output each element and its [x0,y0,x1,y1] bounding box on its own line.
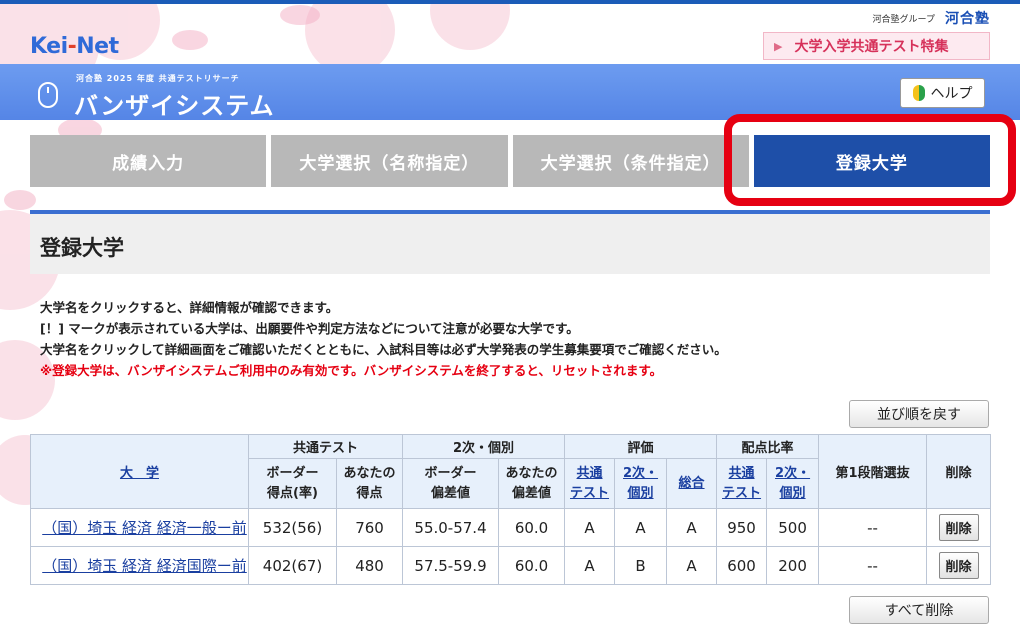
tab-score-input[interactable]: 成績入力 [30,135,267,187]
ratio-common-cell: 600 [716,546,768,585]
beginner-mark-icon [912,85,925,101]
header-ct-yours: あなたの 得点 [335,458,404,509]
kawaijuku-logo[interactable]: 河合塾 [945,8,990,28]
header-stage1-selection: 第1段階選抜 [818,434,928,509]
delete-button[interactable]: 削除 [938,514,979,541]
note-line: 大学名をクリックすると、詳細情報が確認できます。 [40,300,339,315]
ratio-common-cell: 950 [716,508,768,547]
table-row: （国）埼玉 経済 経済国際ー前 402(67) 480 57.5-59.9 60… [30,546,992,585]
delete-cell: 削除 [926,508,992,547]
university-link[interactable]: （国）埼玉 経済 経済一般ー前 [30,508,249,547]
eval-second-cell: B [614,546,668,585]
header-delete: 削除 [926,434,992,509]
eval-total-cell: A [666,508,718,547]
sd-border-cell: 57.5-59.9 [402,546,500,585]
page-title: 登録大学 [40,236,124,260]
stage1-cell: -- [818,546,928,585]
note-line: [！] マークが表示されている大学は、出願要件や判定方法などについて注意が必要な… [40,321,579,336]
group-label: 河合塾グループ [872,14,935,25]
sd-yours-cell: 60.0 [498,508,566,547]
ct-border-cell: 532(56) [248,508,337,547]
note-line: 大学名をクリックして詳細画面をご確認いただくとともに、入試科目等は必ず大学発表の… [40,342,727,357]
ratio-second-cell: 200 [766,546,820,585]
header-eval-second-sort[interactable]: 2次・ 個別 [614,458,668,509]
eval-total-cell: A [666,546,718,585]
header-eval-common-sort[interactable]: 共通 テスト [564,458,616,509]
banner-title: バンザイシステム [74,92,275,120]
ct-yours-cell: 480 [335,546,404,585]
tab-registered-universities[interactable]: 登録大学 [753,135,990,187]
delete-all-button[interactable]: すべて削除 [849,596,989,624]
registered-universities-table: 大 学 共通テスト 2次・個別 評価 配点比率 第1段階選抜 削除 ボーダー 得点… [30,434,992,585]
header-sd-border: ボーダー 偏差値 [402,458,500,509]
ct-yours-cell: 760 [335,508,404,547]
header-score-ratio: 配点比率 [716,434,820,459]
play-triangle-icon: ▶ [774,39,783,53]
header-evaluation: 評価 [564,434,718,459]
top-accent-bar [0,0,1020,4]
university-link[interactable]: （国）埼玉 経済 経済国際ー前 [30,546,249,585]
tab-select-by-condition[interactable]: 大学選択（条件指定） [512,135,749,187]
ct-border-cell: 402(67) [248,546,337,585]
warning-line: ※登録大学は、バンザイシステムご利用中のみ有効です。バンザイシステムを終了すると… [40,363,663,378]
main-tabs: 成績入力 大学選択（名称指定） 大学選択（条件指定） 登録大学 [30,135,990,187]
header-sd-yours: あなたの 偏差値 [498,458,566,509]
banner-subtitle: 河合塾 2025 年度 共通テストリサーチ [76,74,240,83]
banzai-banner: 河合塾 2025 年度 共通テストリサーチ バンザイシステム ヘルプ [0,64,1020,120]
header-ct-border: ボーダー 得点(率) [248,458,337,509]
sd-border-cell: 55.0-57.4 [402,508,500,547]
help-button[interactable]: ヘルプ [900,78,985,108]
keinet-logo-dash: - [67,34,77,59]
delete-cell: 削除 [926,546,992,585]
feature-link-label: 大学入学共通テスト特集 [794,39,949,55]
delete-button[interactable]: 削除 [938,552,979,579]
help-label: ヘルプ [930,86,973,102]
keinet-logo-left: Kei [30,34,68,59]
tab-select-by-name[interactable]: 大学選択（名称指定） [271,135,508,187]
mouse-icon [38,82,58,108]
keinet-logo[interactable]: Kei-Net [30,34,119,59]
header-ratio-common-sort[interactable]: 共通 テスト [716,458,768,509]
header-second-stage: 2次・個別 [402,434,566,459]
stage1-cell: -- [818,508,928,547]
common-test-feature-link[interactable]: ▶ 大学入学共通テスト特集 [763,32,990,60]
keinet-logo-right: Net [76,34,119,59]
page-title-bar: 登録大学 [30,210,990,274]
ratio-second-cell: 500 [766,508,820,547]
sd-yours-cell: 60.0 [498,546,566,585]
header-common-test: 共通テスト [247,434,404,459]
table-row: （国）埼玉 経済 経済一般ー前 532(56) 760 55.0-57.4 60… [30,508,992,547]
group-header: 河合塾グループ 河合塾 [873,8,990,28]
eval-second-cell: A [614,508,668,547]
header-ratio-second-sort[interactable]: 2次・ 個別 [766,458,820,509]
instructions: 大学名をクリックすると、詳細情報が確認できます。 [！] マークが表示されている… [40,297,727,381]
eval-common-cell: A [564,508,616,547]
reset-order-button[interactable]: 並び順を戻す [849,400,989,428]
header-university[interactable]: 大 学 [30,434,249,509]
eval-common-cell: A [564,546,616,585]
header-eval-total-sort[interactable]: 総合 [666,458,718,509]
